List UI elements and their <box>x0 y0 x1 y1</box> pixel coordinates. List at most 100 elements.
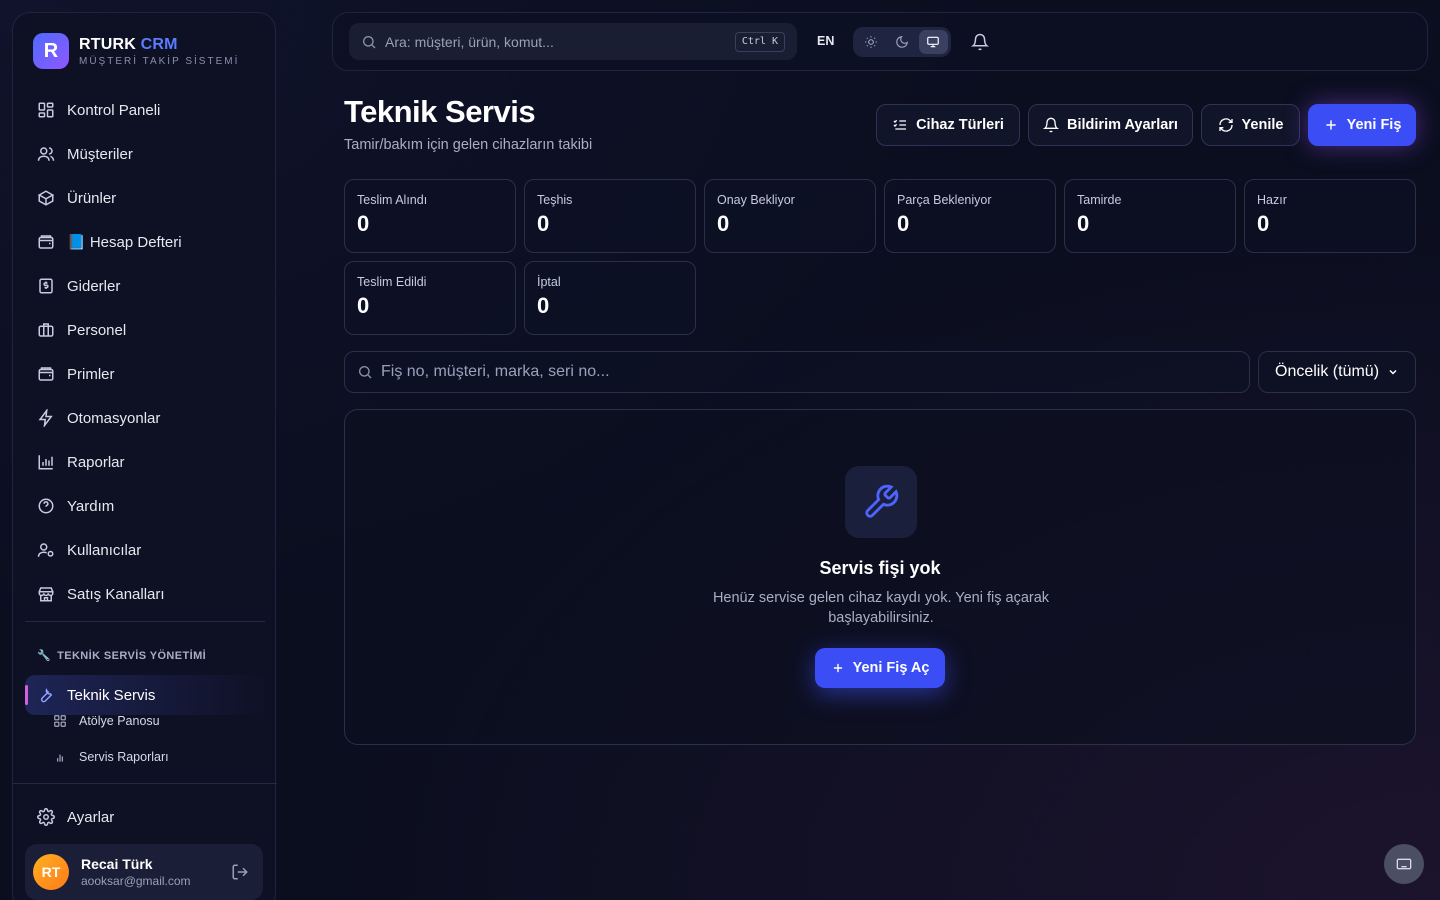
sidebar-item-customers[interactable]: Müşteriler <box>25 132 265 176</box>
empty-state-panel: Servis fişi yok Henüz servise gelen ciha… <box>344 409 1416 745</box>
sidebar-divider <box>13 783 277 784</box>
brand[interactable]: R RTURK CRM MÜŞTERİ TAKİP SİSTEMİ <box>33 33 239 69</box>
sidebar-item-label: Otomasyonlar <box>67 409 161 427</box>
theme-system-button[interactable] <box>918 30 948 54</box>
stat-card-received[interactable]: Teslim Alındı 0 <box>344 179 516 253</box>
stat-label: Teşhis <box>537 193 573 207</box>
priority-select[interactable]: Öncelik (tümü) <box>1258 351 1416 393</box>
brand-name-accent: CRM <box>140 35 178 53</box>
language-toggle[interactable]: EN <box>817 34 834 48</box>
section-label-technical-service: 🔧 TEKNİK SERVİS YÖNETİMİ <box>37 649 207 663</box>
dashboard-icon <box>38 102 54 118</box>
sidebar-subitem-label: Servis Raporları <box>79 750 169 764</box>
sidebar-item-help[interactable]: Yardım <box>25 484 265 528</box>
open-new-ticket-label: Yeni Fiş Aç <box>852 660 930 676</box>
user-name: Recai Türk <box>81 856 153 872</box>
stat-value: 0 <box>357 293 370 318</box>
stat-card-awaiting-approval[interactable]: Onay Bekliyor 0 <box>704 179 876 253</box>
refresh-icon <box>1218 118 1233 132</box>
global-search[interactable]: Ctrl K <box>349 23 797 60</box>
sidebar-item-label: Ürünler <box>67 189 117 207</box>
avatar: RT <box>33 854 69 890</box>
sidebar-item-staff[interactable]: Personel <box>25 308 265 352</box>
stat-label: Hazır <box>1257 193 1287 207</box>
sidebar: R RTURK CRM MÜŞTERİ TAKİP SİSTEMİ Kontro… <box>12 12 277 900</box>
stat-card-ready[interactable]: Hazır 0 <box>1244 179 1416 253</box>
notification-settings-label: Bildirim Ayarları <box>1067 117 1178 133</box>
sidebar-item-users[interactable]: Kullanıcılar <box>25 528 265 572</box>
receipt-icon <box>39 278 53 294</box>
keyboard-shortcuts-button[interactable] <box>1384 844 1424 884</box>
bar-chart-icon <box>57 754 63 762</box>
gear-icon <box>37 808 55 826</box>
stat-value: 0 <box>717 211 730 236</box>
wrench-emoji-icon: 🔧 <box>37 650 52 662</box>
stat-card-delivered[interactable]: Teslim Edildi 0 <box>344 261 516 335</box>
sidebar-item-bonuses[interactable]: Primler <box>25 352 265 396</box>
stat-card-diagnosis[interactable]: Teşhis 0 <box>524 179 696 253</box>
stat-card-in-repair[interactable]: Tamirde 0 <box>1064 179 1236 253</box>
refresh-button[interactable]: Yenile <box>1201 104 1300 146</box>
wrench-icon <box>40 688 53 703</box>
sidebar-subitem-service-reports[interactable]: Servis Raporları <box>53 745 169 769</box>
device-types-label: Cihaz Türleri <box>916 117 1004 133</box>
stat-value: 0 <box>537 293 550 318</box>
stat-label: Parça Bekleniyor <box>897 193 992 207</box>
sidebar-item-label: Giderler <box>67 277 121 295</box>
sidebar-item-reports[interactable]: Raporlar <box>25 440 265 484</box>
sidebar-item-settings[interactable]: Ayarlar <box>37 805 114 829</box>
help-icon <box>38 498 54 514</box>
sidebar-item-products[interactable]: Ürünler <box>25 176 265 220</box>
brand-name: RTURK CRM <box>79 36 239 54</box>
stat-label: Tamirde <box>1077 193 1122 207</box>
ticket-search[interactable] <box>344 351 1250 393</box>
sidebar-subitem-workshop-board[interactable]: Atölye Panosu <box>53 709 160 733</box>
topbar: Ctrl K EN <box>332 12 1428 71</box>
stat-card-awaiting-parts[interactable]: Parça Bekleniyor 0 <box>884 179 1056 253</box>
page-subtitle: Tamir/bakım için gelen cihazların takibi <box>344 137 593 153</box>
bell-icon <box>1043 117 1060 133</box>
stat-value: 0 <box>537 211 550 236</box>
section-label-text: TEKNİK SERVİS YÖNETİMİ <box>57 649 207 662</box>
theme-light-button[interactable] <box>856 30 885 54</box>
sidebar-item-label: Satış Kanalları <box>67 585 165 603</box>
sidebar-item-expenses[interactable]: Giderler <box>25 264 265 308</box>
sidebar-item-label: Kontrol Paneli <box>67 101 161 119</box>
stat-value: 0 <box>897 211 910 236</box>
new-ticket-label: Yeni Fiş <box>1346 117 1402 133</box>
sidebar-item-label: Personel <box>67 321 127 339</box>
sidebar-item-dashboard[interactable]: Kontrol Paneli <box>25 88 265 132</box>
user-card[interactable]: RT Recai Türk aooksar@gmail.com <box>25 844 263 900</box>
brand-logo: R <box>33 33 69 69</box>
grid-icon <box>54 715 66 727</box>
box-icon <box>37 190 55 206</box>
sidebar-item-sales-channels[interactable]: Satış Kanalları <box>25 572 265 616</box>
user-cog-icon <box>37 543 54 557</box>
sun-icon <box>864 36 877 48</box>
theme-dark-button[interactable] <box>887 30 916 54</box>
sidebar-item-automations[interactable]: Otomasyonlar <box>25 396 265 440</box>
open-new-ticket-button[interactable]: Yeni Fiş Aç <box>815 648 945 688</box>
stat-label: İptal <box>537 275 561 289</box>
stat-card-cancelled[interactable]: İptal 0 <box>524 261 696 335</box>
stat-value: 0 <box>1257 211 1270 236</box>
store-icon <box>38 587 54 602</box>
ticket-search-input[interactable] <box>381 363 1241 381</box>
page-title: Teknik Servis <box>344 94 536 129</box>
brand-subtitle: MÜŞTERİ TAKİP SİSTEMİ <box>79 55 240 67</box>
theme-switch <box>853 27 951 57</box>
empty-state-text: Henüz servise gelen cihaz kaydı yok. Yen… <box>712 590 1050 626</box>
stat-value: 0 <box>1077 211 1090 236</box>
new-ticket-button[interactable]: Yeni Fiş <box>1308 104 1416 146</box>
sidebar-subitem-label: Atölye Panosu <box>79 714 160 728</box>
bell-icon[interactable] <box>971 33 989 51</box>
moon-icon <box>896 36 908 48</box>
notification-settings-button[interactable]: Bildirim Ayarları <box>1028 104 1193 146</box>
sidebar-item-ledger[interactable]: 📘 Hesap Defteri <box>25 220 265 264</box>
stat-value: 0 <box>357 211 370 236</box>
logout-icon[interactable] <box>231 863 249 881</box>
global-search-input[interactable] <box>385 33 725 50</box>
monitor-icon <box>927 36 940 48</box>
wrench-icon <box>865 484 899 518</box>
device-types-button[interactable]: Cihaz Türleri <box>876 104 1020 146</box>
